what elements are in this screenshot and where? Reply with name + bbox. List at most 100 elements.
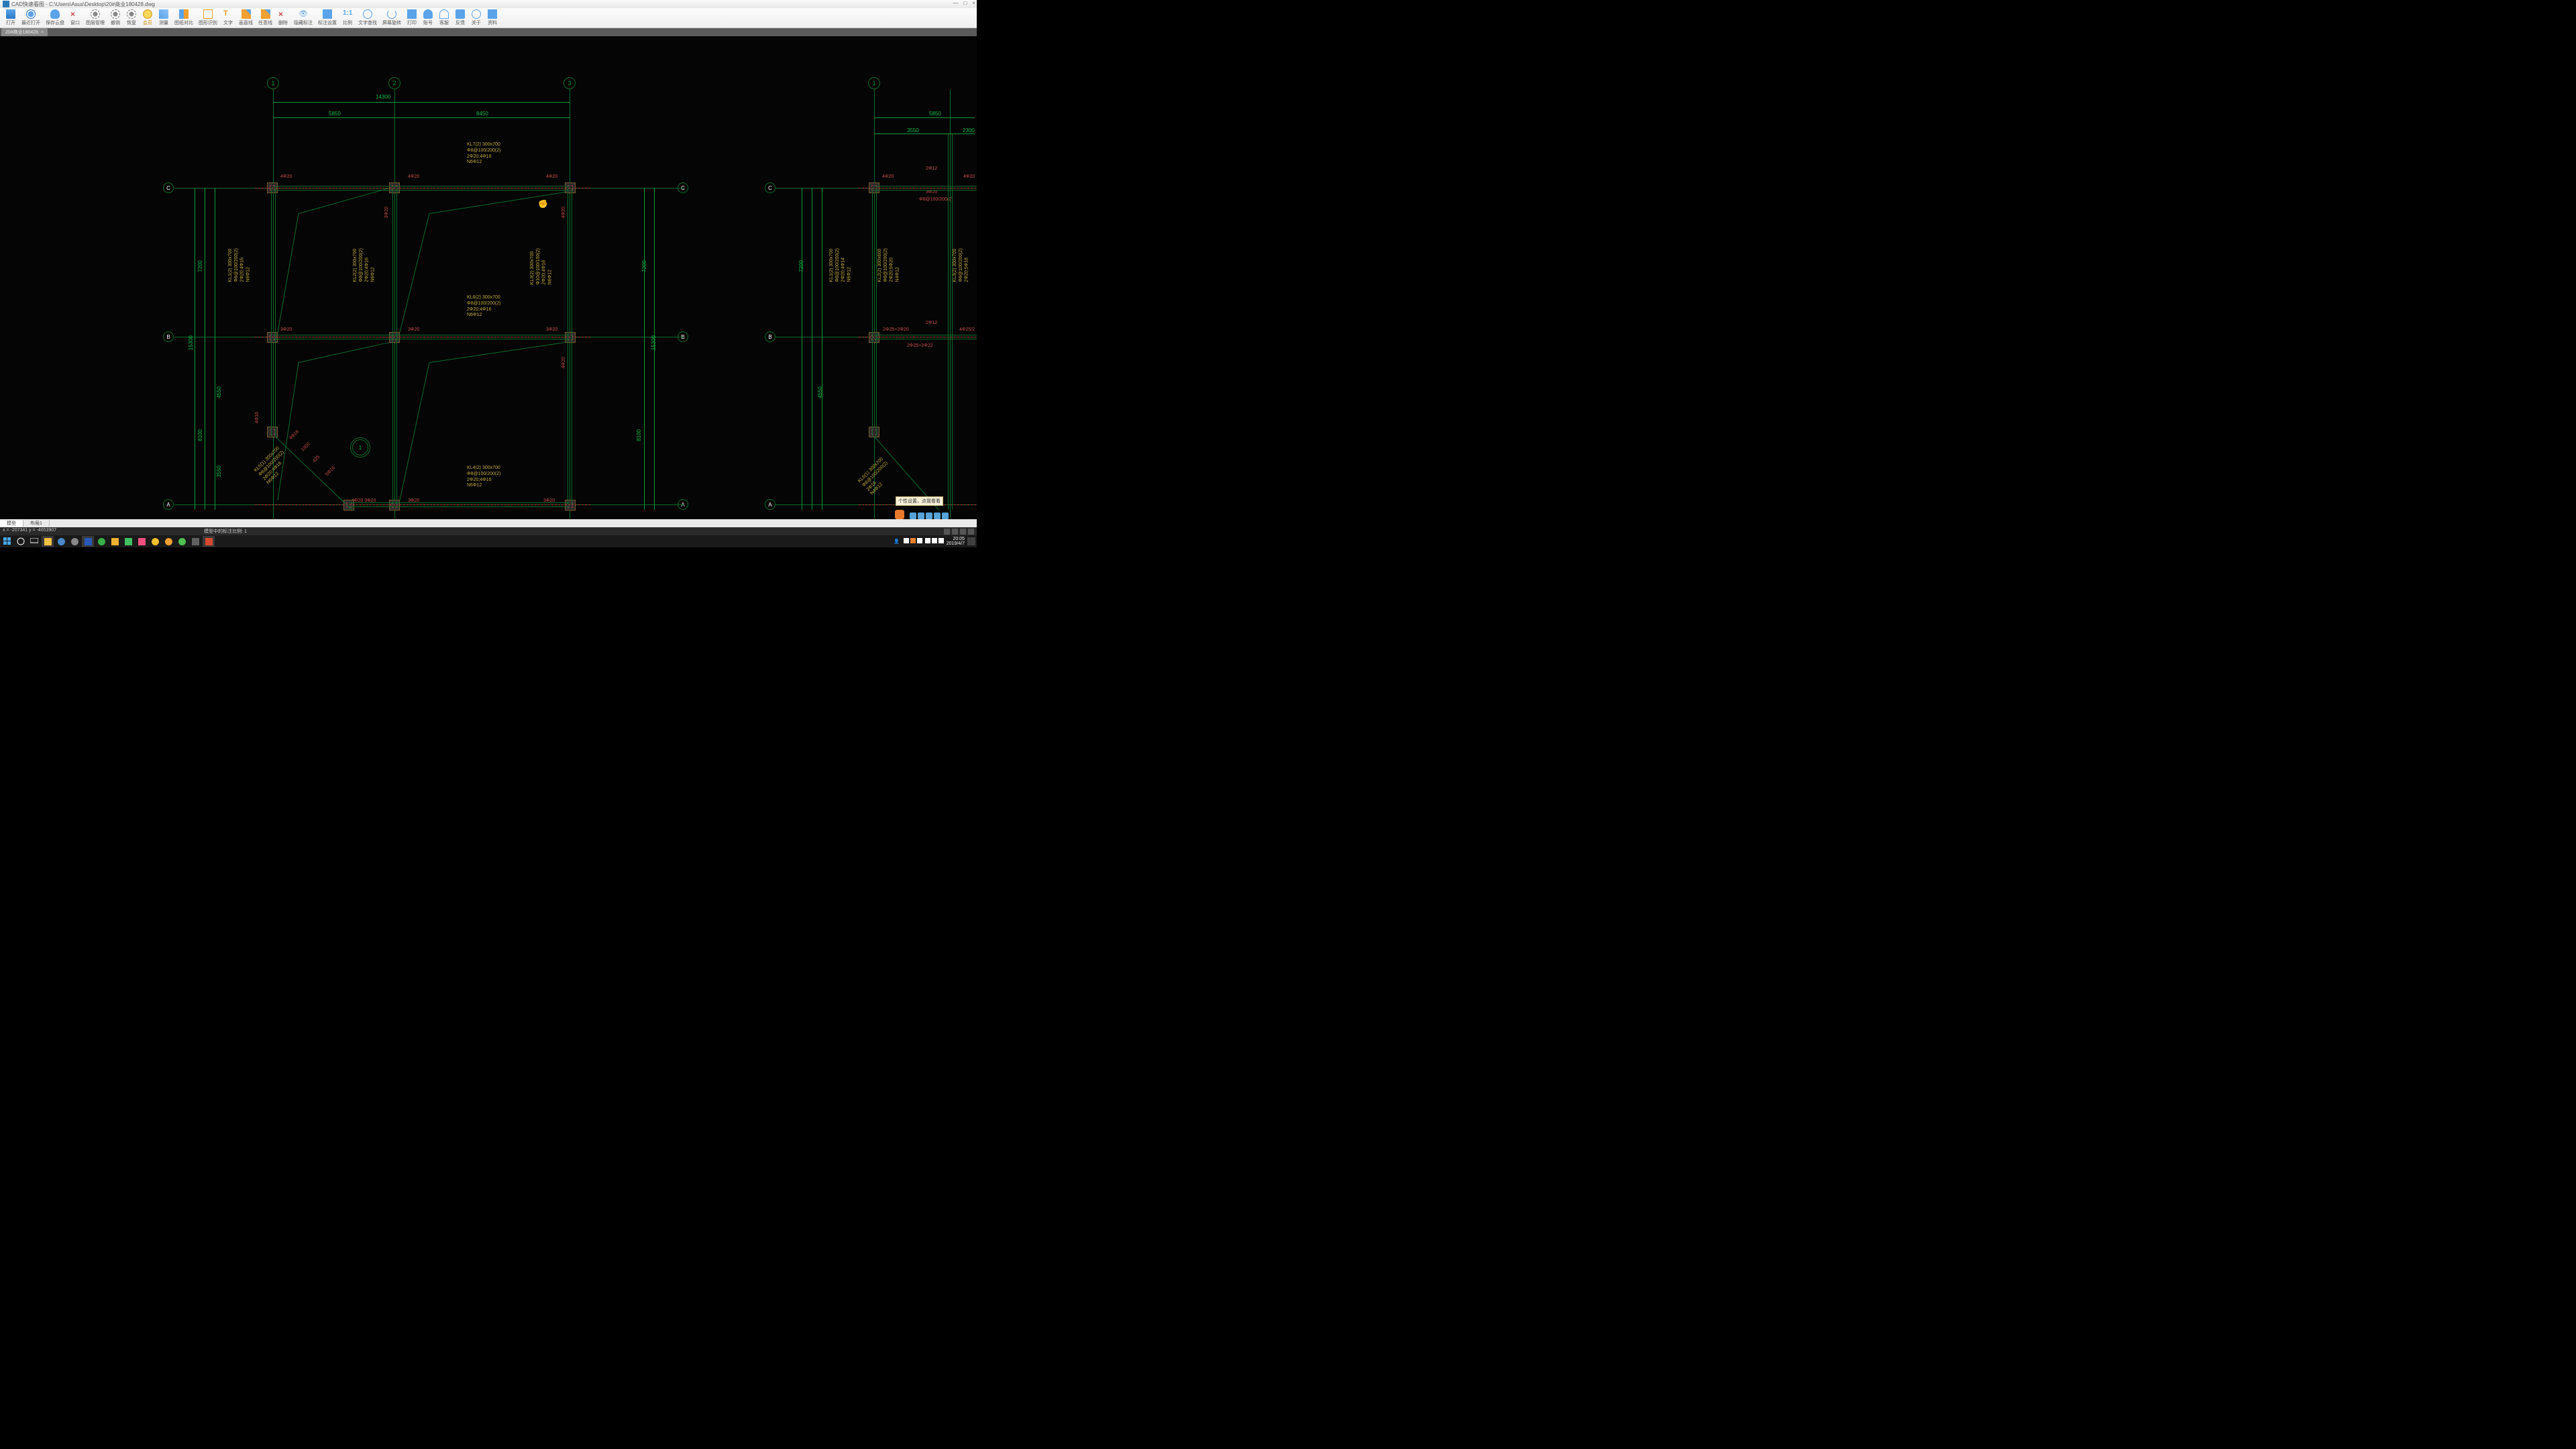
column-node xyxy=(389,500,400,511)
toolbar-label: 标注设置 xyxy=(318,19,337,26)
file-tab-close-icon[interactable]: × xyxy=(41,30,44,35)
taskbar-app-11[interactable] xyxy=(176,536,188,547)
share-icon-5[interactable] xyxy=(942,513,949,519)
taskbar-app-10[interactable] xyxy=(162,536,174,547)
dim-text: 5850 xyxy=(329,111,341,117)
beam-annotation: KL3(2) 300x700Φ8@100/200(2)2Φ20;5Φ18 xyxy=(953,248,970,282)
toolbar-cloud-button[interactable]: 保存云盘 xyxy=(43,9,67,26)
grid-bubble: 3 xyxy=(564,77,576,89)
minimize-button[interactable]: — xyxy=(953,0,958,6)
toolbar-account-button[interactable]: 账号 xyxy=(420,9,436,26)
dim-text: 3550 xyxy=(216,466,222,478)
toolbar-measure-button[interactable]: 测量 xyxy=(156,9,172,26)
taskbar-app-7[interactable] xyxy=(122,536,134,547)
taskbar-app-3[interactable] xyxy=(68,536,80,547)
taskbar-app-12[interactable] xyxy=(189,536,201,547)
beam-annotation: KL1(2) 300x700Φ8@100/200(2)2Φ20;4Φ16N6Φ1… xyxy=(228,248,252,282)
toolbar-recognize-button[interactable]: 图形识别 xyxy=(196,9,220,26)
toolbar-line-button[interactable]: 画直线 xyxy=(236,9,256,26)
toolbar-compare-button[interactable]: 图纸对比 xyxy=(172,9,196,26)
toolbar-window-button[interactable]: ×窗口 xyxy=(67,9,83,26)
brace-line xyxy=(429,342,565,363)
toolbar-delete-button[interactable]: ×删除 xyxy=(275,9,291,26)
toolbar-text-button[interactable]: T文字 xyxy=(220,9,236,26)
toolbar-label: 打开 xyxy=(6,19,15,26)
grid-bubble: 1 xyxy=(868,77,880,89)
file-tab[interactable]: 20#商业180428 × xyxy=(1,28,48,36)
share-icon-4[interactable] xyxy=(934,513,941,519)
share-icon-1[interactable] xyxy=(910,513,916,519)
beam-edge xyxy=(275,188,276,436)
line-icon xyxy=(241,9,251,19)
taskbar-app-1[interactable] xyxy=(42,536,54,547)
toolbar-textFind-button[interactable]: 文字查找 xyxy=(356,9,380,26)
brace-line xyxy=(278,213,299,332)
ratio-icon: 1:1 xyxy=(343,9,352,19)
clock[interactable]: 20:05 2019/4/7 xyxy=(947,537,965,547)
toolbar-label: 恢复 xyxy=(127,19,136,26)
toolbar-undo-button[interactable]: 撤销 xyxy=(107,9,123,26)
toolbar-layers-button[interactable]: 图层管理 xyxy=(83,9,107,26)
grid-line xyxy=(394,89,395,519)
taskview-button[interactable] xyxy=(28,536,40,547)
maximize-button[interactable]: □ xyxy=(963,0,967,6)
toolbar-service-button[interactable]: 客服 xyxy=(436,9,452,26)
beam-annotation: KL6(2) 300x700Φ8@100/200(2)2Φ20;4Φ16N6Φ1… xyxy=(467,295,500,319)
layout-tab[interactable]: 模型 xyxy=(0,520,23,527)
layout-tab[interactable]: 布局1 xyxy=(23,520,50,527)
toolbar-open-button[interactable]: 打开 xyxy=(3,9,19,26)
toolbar-print-button[interactable]: 打印 xyxy=(404,9,420,26)
start-button[interactable] xyxy=(1,536,13,547)
title-bar: CAD快速看图 - C:\Users\Asus\Desktop\20#商业180… xyxy=(0,0,977,8)
toolbar-label: 文字查找 xyxy=(358,19,377,26)
taskbar-app-13[interactable] xyxy=(203,536,215,547)
toolbar-recent-button[interactable]: 最近打开 xyxy=(19,9,43,26)
axis-bubble: B xyxy=(163,331,174,342)
tray-icons[interactable] xyxy=(902,538,944,545)
beam-edge xyxy=(952,134,953,510)
rotate-icon xyxy=(387,9,396,19)
centerline xyxy=(255,188,590,189)
textFind-icon xyxy=(363,9,372,19)
beam-edge xyxy=(349,502,570,503)
taskbar-app-6[interactable] xyxy=(109,536,121,547)
member-icon xyxy=(143,9,152,19)
freehand-icon xyxy=(261,9,270,19)
cortana-button[interactable] xyxy=(15,536,27,547)
rebar-mark: 4Φ16 xyxy=(255,412,260,423)
dim-text: 2300 xyxy=(963,127,975,133)
toolbar-feedback-button[interactable]: 反馈 xyxy=(452,9,468,26)
measure-icon xyxy=(159,9,168,19)
toolbar-about-button[interactable]: 关于 xyxy=(468,9,484,26)
taskbar-app-9[interactable] xyxy=(149,536,161,547)
brace-line xyxy=(299,188,389,214)
taskbar-app-8[interactable] xyxy=(136,536,148,547)
axis-bubble: C xyxy=(163,182,174,193)
toolbar-label: 账号 xyxy=(423,19,433,26)
rebar-mark: 4Φ25/2 xyxy=(959,327,975,332)
notification-icon[interactable] xyxy=(967,537,975,545)
beam-edge xyxy=(396,188,397,504)
tray-people-icon[interactable]: 👤 xyxy=(894,539,900,544)
float-share-icons[interactable] xyxy=(910,513,949,519)
toolbar-redo-button[interactable]: 恢复 xyxy=(123,9,140,26)
toolbar-annotSetting-button[interactable]: 标注设置 xyxy=(315,9,339,26)
settings-tooltip[interactable]: 个性设置，点我看看 xyxy=(896,496,943,506)
drawing-canvas[interactable]: ✊ 1231CCCBBBAAA1430058508450585035502300… xyxy=(0,36,977,519)
share-icon-3[interactable] xyxy=(926,513,932,519)
status-mode-icons[interactable] xyxy=(944,529,974,535)
toolbar-hideAnnot-button[interactable]: 👁隐藏标注 xyxy=(291,9,315,26)
toolbar-rotate-button[interactable]: 屏幕旋转 xyxy=(380,9,404,26)
close-button[interactable]: × xyxy=(972,0,975,6)
toolbar-data-button[interactable]: 资料 xyxy=(484,9,500,26)
rebar-mark: 3Φ20 xyxy=(280,327,292,332)
toolbar-ratio-button[interactable]: 1:1比例 xyxy=(339,9,356,26)
dim-text: 4550 xyxy=(216,386,222,398)
toolbar-freehand-button[interactable]: 任意线 xyxy=(256,9,275,26)
taskbar-app-4[interactable] xyxy=(82,536,94,547)
share-icon-2[interactable] xyxy=(918,513,924,519)
toolbar-member-button[interactable]: 会员 xyxy=(140,9,156,26)
float-logo-icon[interactable] xyxy=(895,510,904,519)
taskbar-app-2[interactable] xyxy=(55,536,67,547)
taskbar-app-5[interactable] xyxy=(95,536,107,547)
